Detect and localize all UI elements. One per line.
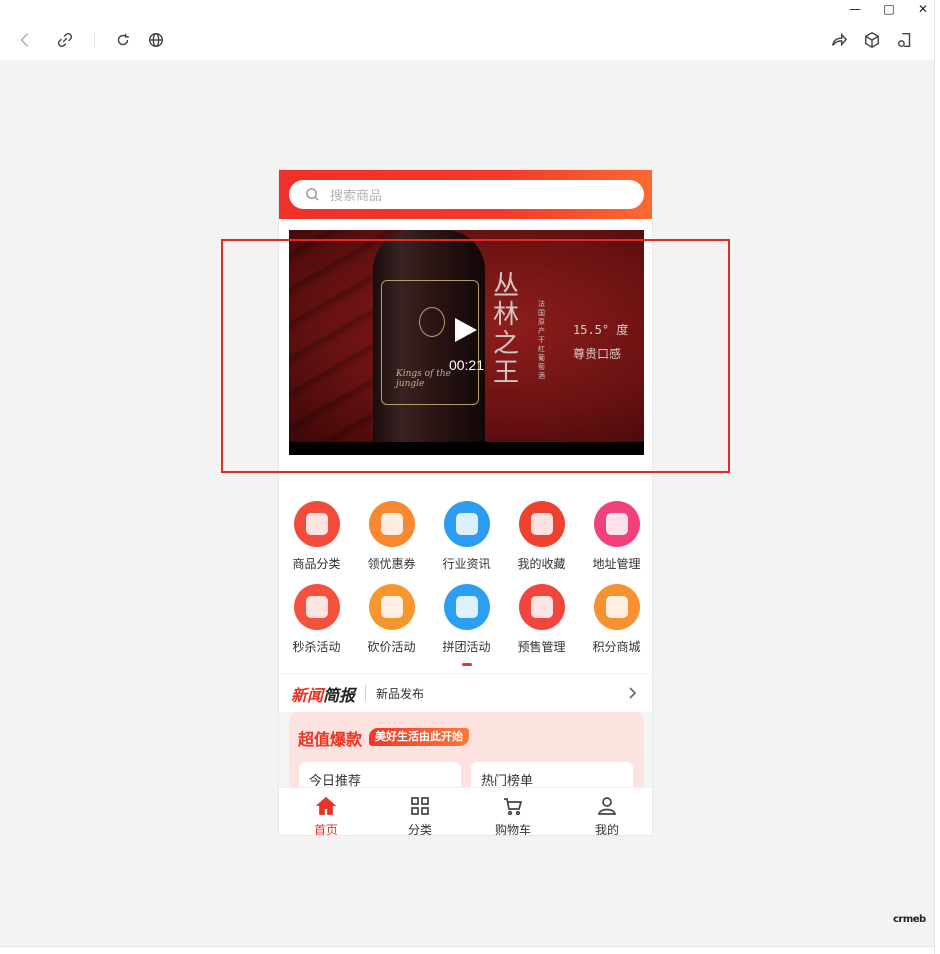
window-right-border	[934, 0, 940, 954]
refresh-icon[interactable]	[113, 30, 133, 50]
tab-profile[interactable]: 我的	[560, 788, 652, 835]
promo-title: 超值爆款	[298, 730, 363, 749]
toolbar-divider	[94, 33, 95, 47]
news-bar[interactable]: 新闻简报 新品发布	[279, 674, 652, 712]
search-icon	[306, 188, 319, 201]
user-icon	[597, 797, 617, 815]
search-header: 搜索商品	[279, 170, 652, 219]
flash-sale-icon	[293, 584, 340, 630]
bottom-tab-bar: 首页 分类 购物车 我的	[279, 787, 652, 835]
menu-item-presale[interactable]: 预售管理	[504, 584, 579, 655]
search-placeholder: 搜索商品	[330, 189, 383, 204]
bargain-icon	[368, 584, 415, 630]
group-buy-icon	[443, 584, 490, 630]
menu-item-points-mall[interactable]: 积分商城	[579, 584, 652, 655]
menu-item-category[interactable]: 商品分类	[279, 501, 354, 572]
search-input[interactable]: 搜索商品	[289, 180, 644, 209]
selection-highlight	[221, 239, 730, 473]
brand-logo: crmeb	[893, 914, 926, 925]
window-bottom-border	[0, 946, 934, 954]
menu-item-bargain[interactable]: 砍价活动	[354, 584, 429, 655]
link-icon[interactable]	[55, 30, 75, 50]
star-favorite-icon	[518, 501, 565, 547]
news-headline[interactable]: 新品发布	[376, 685, 424, 702]
window-controls: — □ ✕	[838, 0, 940, 18]
home-icon	[315, 796, 337, 815]
tab-home[interactable]: 首页	[279, 788, 373, 835]
share-icon[interactable]	[829, 30, 849, 50]
globe-icon[interactable]	[146, 30, 166, 50]
location-icon	[593, 501, 640, 547]
menu-grid: 商品分类 领优惠券 行业资讯 我的收藏 地址管理 秒杀活动 砍价活动 拼团活动	[279, 487, 652, 673]
diamond-presale-icon	[518, 584, 565, 630]
minimize-button[interactable]: —	[838, 0, 872, 18]
back-icon[interactable]	[15, 30, 35, 50]
cube-icon[interactable]	[862, 30, 882, 50]
menu-item-address[interactable]: 地址管理	[579, 501, 652, 572]
menu-item-flash-sale[interactable]: 秒杀活动	[279, 584, 354, 655]
page-indicator	[462, 663, 472, 666]
coupon-icon	[368, 501, 415, 547]
shopping-bag-icon	[293, 501, 340, 547]
maximize-button[interactable]: □	[872, 0, 906, 18]
points-mall-icon	[593, 584, 640, 630]
browser-toolbar	[0, 18, 934, 60]
promo-tag: 美好生活由此开始	[369, 728, 469, 746]
news-logo: 新闻简报	[291, 686, 356, 705]
tab-cart[interactable]: 购物车	[466, 788, 560, 835]
menu-item-coupon[interactable]: 领优惠券	[354, 501, 429, 572]
grid-icon	[411, 797, 429, 815]
menu-item-favorites[interactable]: 我的收藏	[504, 501, 579, 572]
cart-icon	[504, 798, 523, 816]
menu-item-news[interactable]: 行业资讯	[429, 501, 504, 572]
tab-category[interactable]: 分类	[373, 788, 467, 835]
page-settings-icon[interactable]	[895, 30, 915, 50]
chevron-right-icon[interactable]	[624, 685, 640, 701]
promo-section: 超值爆款 美好生活由此开始 今日推荐 热门榜单	[289, 712, 644, 802]
news-divider	[365, 685, 366, 701]
menu-item-group-buy[interactable]: 拼团活动	[429, 584, 504, 655]
news-document-icon	[443, 501, 490, 547]
